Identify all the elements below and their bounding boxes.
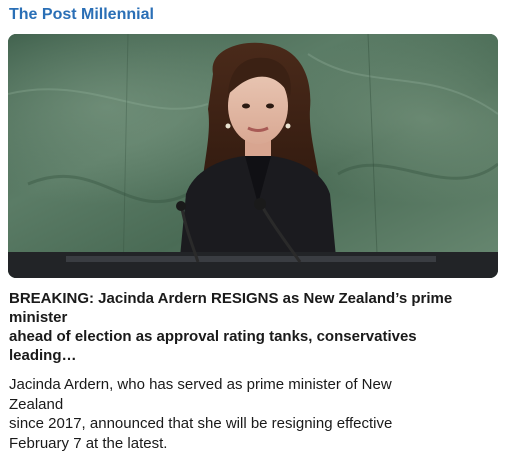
headline-line: minister xyxy=(9,309,68,326)
speaker-at-podium-image xyxy=(8,34,498,278)
article-summary: Jacinda Ardern, who has served as prime … xyxy=(9,375,499,453)
link-preview-card[interactable]: The Post Millennial BREAKING: Jacinda Ar… xyxy=(0,0,507,459)
article-headline[interactable]: BREAKING: Jacinda Ardern RESIGNS as New … xyxy=(9,289,499,365)
headline-line: ahead of election as approval rating tan… xyxy=(9,328,417,345)
headline-line: leading… xyxy=(9,347,77,364)
article-photo[interactable] xyxy=(8,34,498,278)
source-link[interactable]: The Post Millennial xyxy=(9,5,154,25)
summary-line: since 2017, announced that she will be r… xyxy=(9,415,393,432)
headline-line: BREAKING: Jacinda Ardern RESIGNS as New … xyxy=(9,290,453,307)
summary-line: Jacinda Ardern, who has served as prime … xyxy=(9,376,392,393)
summary-line: Zealand xyxy=(9,395,64,413)
summary-line: February 7 at the latest. xyxy=(9,434,168,452)
